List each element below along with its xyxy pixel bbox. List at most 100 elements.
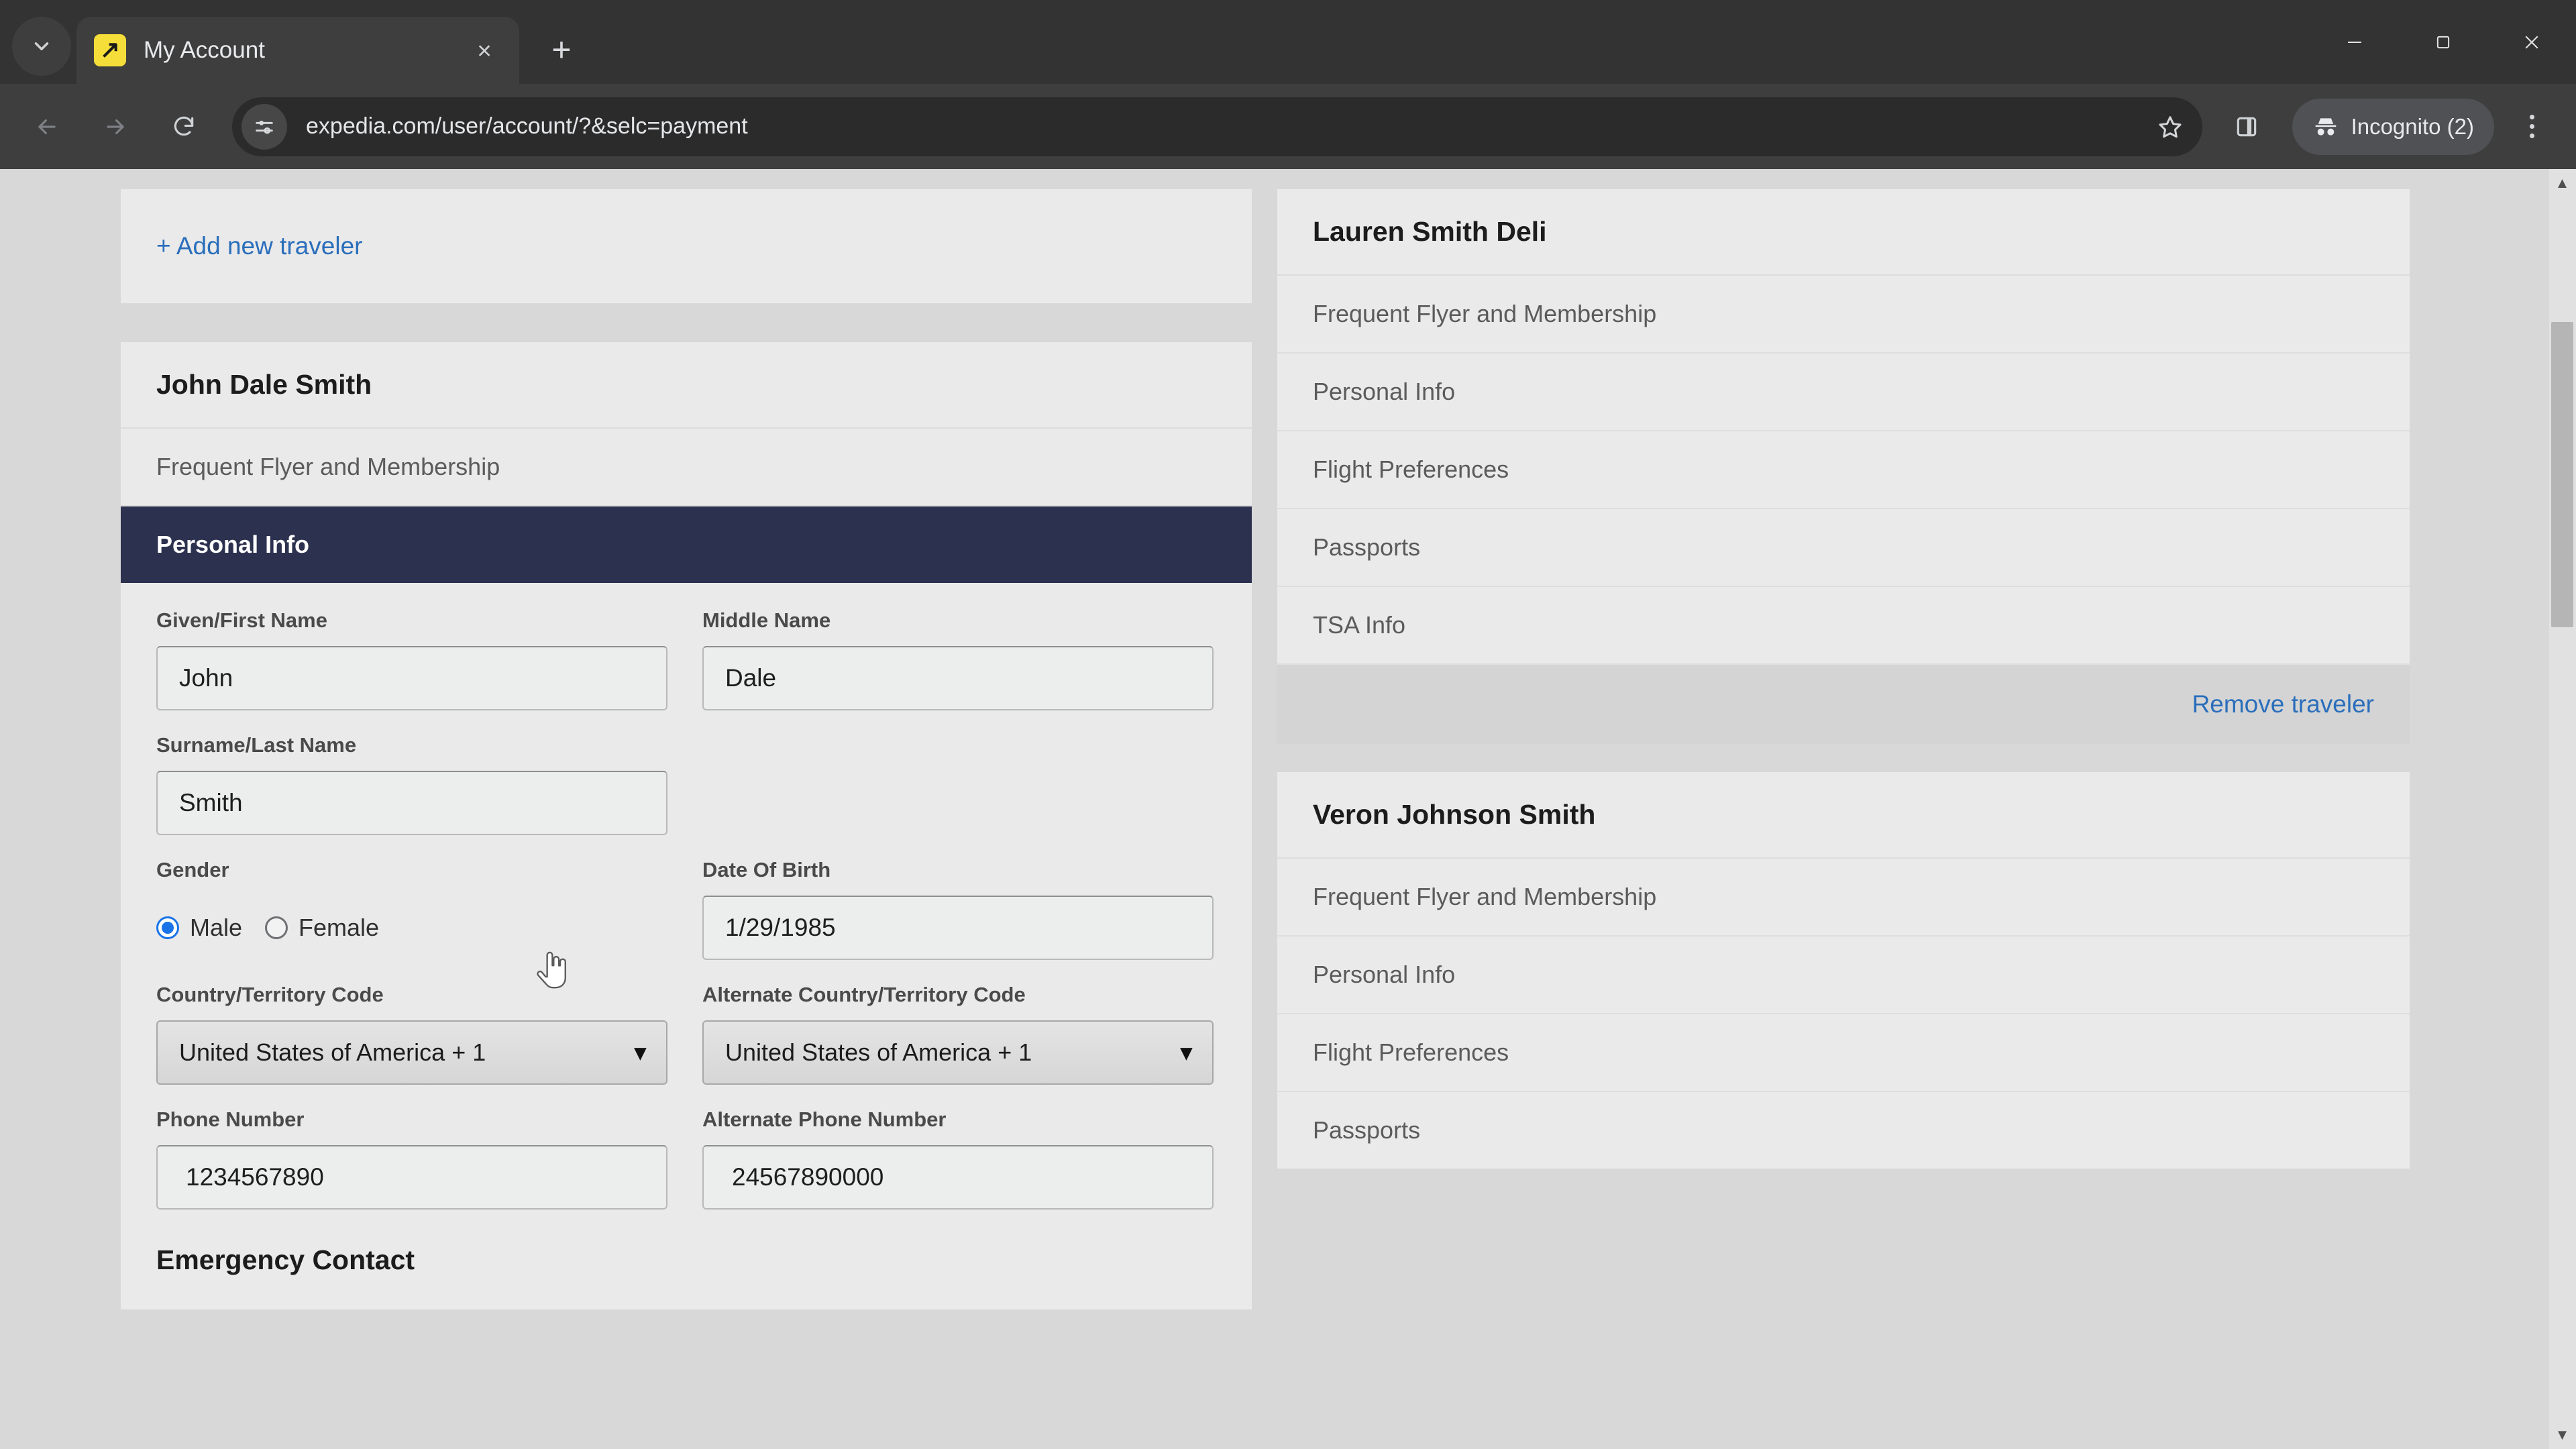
chevron-down-icon: ▾ [634,1040,646,1065]
alt-phone-input[interactable]: 24567890000 [702,1145,1214,1210]
remove-traveler-link[interactable]: Remove traveler [2192,690,2374,718]
dob-input[interactable]: 1/29/1985 [702,896,1214,960]
section-flight-preferences[interactable]: Flight Preferences [1277,431,2410,509]
chevron-down-icon [34,42,49,50]
traveler-name: John Dale Smith [121,342,1252,429]
arrow-left-icon [38,119,56,134]
kebab-dot [2529,124,2534,129]
middle-name-input[interactable]: Dale [702,646,1214,710]
section-tsa-info[interactable]: TSA Info [1277,587,2410,665]
country-code-value: United States of America + 1 [179,1038,486,1066]
incognito-profile-button[interactable]: Incognito (2) [2292,98,2494,155]
scroll-up-arrow-icon[interactable]: ▲ [2548,169,2576,197]
incognito-icon [2315,117,2336,136]
field-phone-number: Phone Number 1234567890 [156,1108,667,1210]
close-icon[interactable]: × [467,33,502,68]
kebab-dot [2529,133,2534,138]
minimize-icon [2348,41,2361,43]
back-button[interactable] [17,97,76,156]
address-bar[interactable]: expedia.com/user/account/?&selc=payment [232,97,2202,156]
bookmark-star-icon[interactable] [2146,103,2194,151]
scrollbar-thumb[interactable] [2551,322,2573,627]
add-new-traveler-link[interactable]: + Add new traveler [156,232,363,260]
maximize-icon [2436,36,2450,48]
incognito-label: Incognito (2) [2351,113,2474,139]
section-frequent-flyer[interactable]: Frequent Flyer and Membership [121,429,1252,506]
radio-male-label: Male [190,914,243,941]
gender-option-female[interactable]: Female [265,914,379,942]
side-panel-button[interactable] [2217,97,2276,156]
traveler-name: Lauren Smith Deli [1277,189,2410,276]
reload-button[interactable] [154,97,213,156]
window-controls [2310,0,2576,84]
account-page: + Add new traveler John Dale Smith Frequ… [0,169,2548,1449]
tab-search-button[interactable] [12,17,71,76]
gender-radio-group: Male Female [156,896,667,960]
surname-input[interactable]: Smith [156,771,667,835]
tab-my-account[interactable]: ↗ My Account × [76,17,519,84]
favicon-glyph: ↗ [99,36,121,63]
browser-toolbar: expedia.com/user/account/?&selc=payment … [0,84,2576,169]
given-name-input[interactable]: John [156,646,667,710]
phone-input[interactable]: 1234567890 [156,1145,667,1210]
country-code-select[interactable]: United States of America + 1 ▾ [156,1020,667,1085]
right-column: Lauren Smith Deli Frequent Flyer and Mem… [1277,189,2410,1197]
traveler-card-john-dale-smith: John Dale Smith Frequent Flyer and Membe… [121,342,1252,1309]
field-gender: Gender Male Female [156,858,667,960]
section-passports[interactable]: Passports [1277,509,2410,587]
traveler-name: Veron Johnson Smith [1277,772,2410,859]
surname-label: Surname/Last Name [156,733,357,757]
alt-country-code-select[interactable]: United States of America + 1 ▾ [702,1020,1214,1085]
new-tab-button[interactable]: + [537,25,586,74]
traveler-card-veron-johnson-smith: Veron Johnson Smith Frequent Flyer and M… [1277,772,2410,1169]
url-text[interactable]: expedia.com/user/account/?&selc=payment [306,113,2146,140]
field-spacer [702,733,1214,835]
emergency-contact-heading: Emergency Contact [156,1244,415,1275]
radio-male-icon[interactable] [156,916,179,939]
close-window-button[interactable] [2487,0,2576,84]
page-scrollbar[interactable]: ▲ ▼ [2548,169,2576,1449]
dob-label: Date Of Birth [702,858,831,881]
given-name-label: Given/First Name [156,608,327,632]
section-personal-info[interactable]: Personal Info [1277,354,2410,431]
field-given-name: Given/First Name John [156,608,667,710]
reload-icon [174,116,194,136]
kebab-dot [2529,115,2534,119]
page-viewport: + Add new traveler John Dale Smith Frequ… [0,169,2576,1449]
field-alt-country-code: Alternate Country/Territory Code United … [702,983,1214,1085]
radio-female-icon[interactable] [265,916,288,939]
browser-menu-button[interactable] [2505,100,2559,154]
gender-label: Gender [156,858,229,881]
minimize-button[interactable] [2310,0,2399,84]
section-frequent-flyer[interactable]: Frequent Flyer and Membership [1277,276,2410,354]
alt-country-code-value: United States of America + 1 [725,1038,1032,1066]
section-personal-info[interactable]: Personal Info [121,506,1252,583]
arrow-right-icon [107,119,124,134]
side-panel-icon [2237,117,2256,136]
maximize-button[interactable] [2399,0,2487,84]
forward-button[interactable] [86,97,145,156]
browser-window: ↗ My Account × + expedia.com/user/accoun… [0,0,2576,1449]
add-new-traveler-panel[interactable]: + Add new traveler [121,189,1252,303]
card-footer: Remove traveler [1277,665,2410,744]
country-code-label: Country/Territory Code [156,983,384,1006]
expedia-favicon: ↗ [94,34,126,66]
field-alt-phone-number: Alternate Phone Number 24567890000 [702,1108,1214,1210]
middle-name-label: Middle Name [702,608,831,632]
tune-icon [256,120,273,133]
tab-strip: ↗ My Account × + [0,0,2576,84]
alt-phone-label: Alternate Phone Number [702,1108,947,1131]
section-personal-info[interactable]: Personal Info [1277,936,2410,1014]
scroll-down-arrow-icon[interactable]: ▼ [2548,1421,2576,1449]
section-passports[interactable]: Passports [1277,1092,2410,1169]
field-middle-name: Middle Name Dale [702,608,1214,710]
section-frequent-flyer[interactable]: Frequent Flyer and Membership [1277,859,2410,936]
toolbar-right-group: Incognito (2) [2217,97,2559,156]
form-grid: Given/First Name John Middle Name Dale S… [156,608,1216,1232]
gender-option-male[interactable]: Male [156,914,242,942]
section-flight-preferences[interactable]: Flight Preferences [1277,1014,2410,1092]
site-settings-button[interactable] [241,103,287,150]
left-column: + Add new traveler John Dale Smith Frequ… [121,189,1252,1309]
chevron-down-icon: ▾ [1180,1040,1192,1065]
tab-title: My Account [144,37,265,63]
